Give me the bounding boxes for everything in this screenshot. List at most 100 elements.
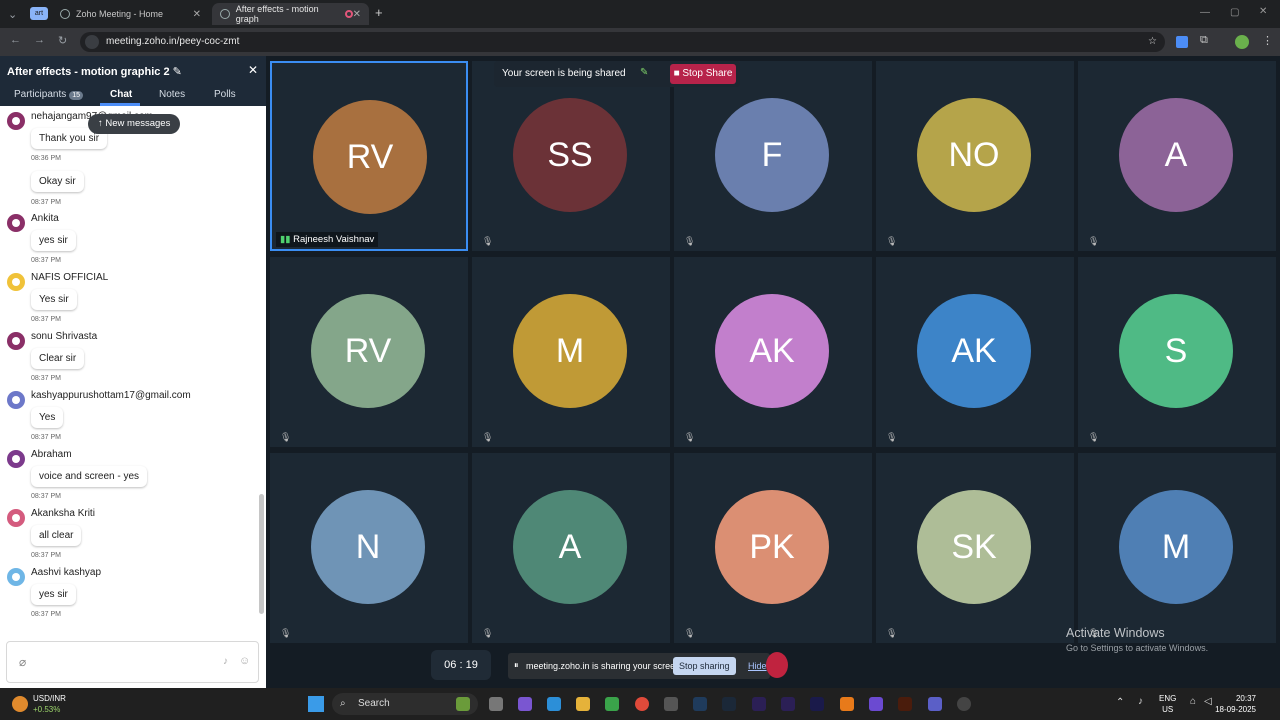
photoshop-icon[interactable]	[693, 697, 707, 711]
participant-tile[interactable]: A 🎙	[472, 453, 670, 643]
message-time: 08:37 PM	[31, 434, 61, 441]
edge-icon[interactable]	[547, 697, 561, 711]
tab-after-effects[interactable]: After effects - motion graph ✕	[212, 3, 369, 25]
bookmark-star-icon[interactable]: ☆	[1148, 32, 1157, 52]
ticker-widget[interactable]: USD/INR +0.53%	[33, 693, 66, 715]
extensions-icon[interactable]: ⧉	[1200, 34, 1208, 47]
teams-icon[interactable]	[928, 697, 942, 711]
vlc-icon[interactable]	[840, 697, 854, 711]
message-bubble: yes sir	[31, 230, 76, 251]
menu-icon[interactable]: ⋮	[1262, 34, 1273, 47]
clock-date: 18-09-2025	[1215, 705, 1256, 714]
close-tab-icon[interactable]: ✕	[193, 9, 201, 20]
language-indicator[interactable]: ENG US	[1159, 693, 1176, 715]
close-window-icon[interactable]: ✕	[1259, 6, 1267, 17]
chat-scrollbar[interactable]	[259, 114, 264, 624]
mic-tray-icon[interactable]: ♪	[1138, 696, 1143, 707]
end-call-button[interactable]	[766, 652, 788, 678]
participant-tile[interactable]: F 🎙	[674, 61, 872, 251]
chat-input[interactable]: ⌀ ♪ ☺	[6, 641, 259, 683]
message-time: 08:37 PM	[31, 611, 61, 618]
participant-tile[interactable]: A 🎙	[1078, 61, 1276, 251]
participant-tile[interactable]: SK 🎙	[876, 453, 1074, 643]
back-icon[interactable]: ←	[10, 34, 21, 46]
profile-avatar[interactable]	[1235, 35, 1249, 49]
participant-avatar: PK	[715, 490, 829, 604]
taskbar-app-icon[interactable]	[518, 697, 532, 711]
participant-tile[interactable]: PK 🎙	[674, 453, 872, 643]
message-bubble: Yes sir	[31, 289, 77, 310]
close-tab-icon[interactable]: ✕	[353, 9, 361, 20]
taskbar-app-icon[interactable]	[664, 697, 678, 711]
tab-polls[interactable]: Polls	[214, 89, 236, 100]
file-explorer-icon[interactable]	[576, 697, 590, 711]
participant-tile[interactable]: NO 🎙	[876, 61, 1074, 251]
after-effects-icon[interactable]	[781, 697, 795, 711]
profile-tab-chip[interactable]: art	[30, 7, 48, 20]
muted-mic-icon: 🎙	[482, 236, 494, 246]
participant-tile[interactable]: AK 🎙	[674, 257, 872, 447]
tab-participants-label: Participants	[14, 89, 67, 100]
tab-notes[interactable]: Notes	[159, 89, 185, 100]
stop-sharing-button[interactable]: Stop sharing	[673, 657, 736, 675]
participant-tile[interactable]: M 🎙	[1078, 453, 1276, 643]
participant-tile[interactable]: RV 🎙	[270, 257, 468, 447]
taskbar-app-icon[interactable]	[957, 697, 971, 711]
taskbar-app-icon[interactable]	[489, 697, 503, 711]
minimize-icon[interactable]: —	[1200, 7, 1210, 18]
premiere-icon[interactable]	[810, 697, 824, 711]
participant-avatar: F	[715, 98, 829, 212]
participant-avatar: AK	[715, 294, 829, 408]
chrome-icon[interactable]	[635, 697, 649, 711]
taskbar-app-icon[interactable]	[605, 697, 619, 711]
sender-name: sonu Shrivasta	[31, 331, 98, 342]
annotate-pencil-icon[interactable]: ✎	[640, 67, 648, 78]
participant-tile[interactable]: RV ▮▮ Rajneesh Vaishnav	[270, 61, 468, 251]
taskbar-app-icon[interactable]	[456, 697, 470, 711]
forward-icon[interactable]: →	[34, 34, 45, 46]
tray-chevron-icon[interactable]: ⌃	[1116, 697, 1124, 708]
translate-icon[interactable]	[1176, 36, 1188, 48]
tab-chat[interactable]: Chat	[110, 89, 132, 100]
participant-tile[interactable]: SS 🎙	[472, 61, 670, 251]
tab-zoho-meeting-home[interactable]: Zoho Meeting - Home ✕	[54, 3, 209, 25]
network-icon[interactable]: ⌂	[1190, 696, 1196, 707]
windows-start-icon[interactable]	[308, 696, 324, 712]
stop-share-button[interactable]: ■ Stop Share	[670, 64, 736, 84]
participant-tile[interactable]: M 🎙	[472, 257, 670, 447]
maximize-icon[interactable]: ▢	[1230, 7, 1239, 18]
stop-share-label: Stop Share	[682, 68, 733, 79]
attachment-icon[interactable]: ⌀	[19, 655, 26, 669]
muted-mic-icon: 🎙	[1088, 432, 1100, 442]
ticker-value: +0.53%	[33, 705, 61, 714]
system-clock[interactable]: 20:37 18-09-2025	[1215, 693, 1256, 715]
muted-mic-icon: 🎙	[1088, 236, 1100, 246]
taskbar-app-icon[interactable]	[869, 697, 883, 711]
emoji-icon[interactable]: ☺	[239, 655, 250, 667]
tab-participants[interactable]: Participants 15	[14, 89, 84, 100]
muted-mic-icon: 🎙	[482, 432, 494, 442]
scrollbar-thumb[interactable]	[259, 494, 264, 614]
hide-link[interactable]: Hide	[748, 661, 767, 671]
volume-icon[interactable]: ◁	[1204, 696, 1212, 707]
illustrator-icon[interactable]	[898, 697, 912, 711]
reload-icon[interactable]: ↻	[58, 34, 67, 47]
tab-list-icon[interactable]: ⌄	[8, 8, 17, 21]
participant-tile[interactable]: N 🎙	[270, 453, 468, 643]
close-panel-icon[interactable]: ✕	[248, 63, 258, 77]
mic-icon[interactable]: ♪	[223, 656, 228, 667]
steam-icon[interactable]	[722, 697, 736, 711]
url-field[interactable]: meeting.zoho.in/peey-coc-zmt ☆	[80, 32, 1165, 52]
participant-tile[interactable]: AK 🎙	[876, 257, 1074, 447]
site-info-icon[interactable]	[85, 35, 99, 49]
new-tab-button[interactable]: +	[375, 5, 383, 20]
muted-mic-icon: 🎙	[482, 628, 494, 638]
new-messages-button[interactable]: ↑ New messages	[88, 114, 181, 134]
participant-tile[interactable]: S 🎙	[1078, 257, 1276, 447]
after-effects-icon[interactable]	[752, 697, 766, 711]
edit-pencil-icon[interactable]: ✎	[173, 66, 182, 78]
participant-avatar: SS	[513, 98, 627, 212]
sender-name: Akanksha Kriti	[31, 508, 95, 519]
avatar	[7, 391, 25, 409]
weather-widget-icon[interactable]	[12, 696, 28, 712]
